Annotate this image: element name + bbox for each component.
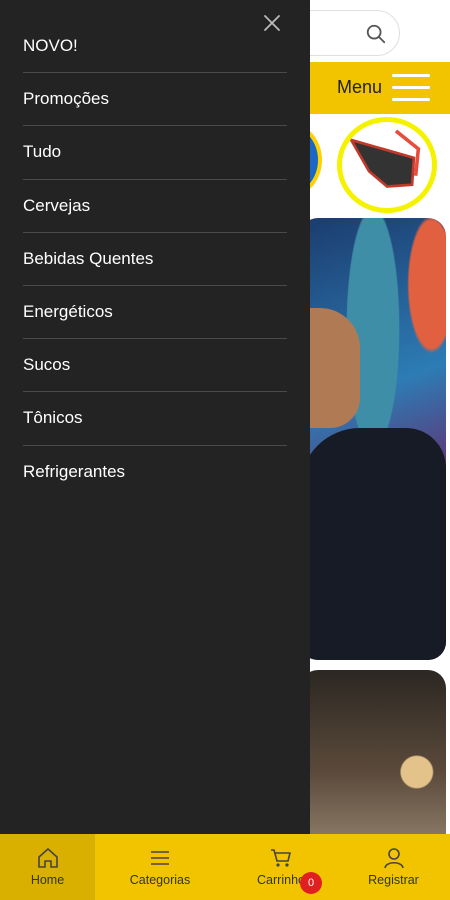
promo-banner[interactable] bbox=[300, 670, 446, 840]
cart-icon bbox=[271, 849, 291, 867]
hamburger-icon[interactable] bbox=[392, 74, 430, 102]
nav-categories-label: Categorias bbox=[129, 873, 191, 887]
drawer-item-refrigerantes[interactable]: Refrigerantes bbox=[23, 446, 287, 499]
banner-person-shirt bbox=[300, 428, 446, 660]
drawer-item-bebidas-quentes[interactable]: Bebidas Quentes bbox=[23, 233, 287, 286]
nav-register-label: Registrar bbox=[368, 873, 419, 887]
drawer-item-energeticos[interactable]: Energéticos bbox=[23, 286, 287, 340]
list-icon bbox=[151, 851, 169, 865]
drawer-item-cervejas[interactable]: Cervejas bbox=[23, 180, 287, 233]
menu-label: Menu bbox=[337, 77, 383, 97]
drawer-item-tudo[interactable]: Tudo bbox=[23, 126, 287, 180]
cart-count-badge: 0 bbox=[300, 872, 322, 894]
drawer-item-promocoes[interactable]: Promoções bbox=[23, 73, 287, 127]
category-thumbnail[interactable] bbox=[337, 117, 437, 213]
nav-cart-label: Carrinho bbox=[257, 873, 305, 887]
nav-cart[interactable]: Carrinho bbox=[225, 834, 337, 900]
bottom-nav: Home Categorias Carrinho Registrar bbox=[0, 834, 450, 900]
user-icon bbox=[383, 848, 404, 869]
promo-banner[interactable] bbox=[300, 218, 446, 660]
navigation-drawer: NOVO! Promoções Tudo Cervejas Bebidas Qu… bbox=[0, 0, 310, 834]
nav-home-label: Home bbox=[30, 873, 65, 887]
nav-categories[interactable]: Categorias bbox=[95, 834, 225, 900]
home-icon bbox=[37, 848, 58, 868]
sunglasses-image bbox=[348, 129, 421, 188]
nav-home[interactable]: Home bbox=[0, 834, 95, 900]
drawer-item-novo[interactable]: NOVO! bbox=[23, 20, 287, 74]
search-icon[interactable] bbox=[365, 23, 387, 45]
nav-register[interactable]: Registrar bbox=[337, 834, 450, 900]
drawer-menu-list: NOVO! Promoções Tudo Cervejas Bebidas Qu… bbox=[23, 20, 287, 499]
drawer-item-tonicos[interactable]: Tônicos bbox=[23, 392, 287, 446]
drawer-item-sucos[interactable]: Sucos bbox=[23, 339, 287, 393]
